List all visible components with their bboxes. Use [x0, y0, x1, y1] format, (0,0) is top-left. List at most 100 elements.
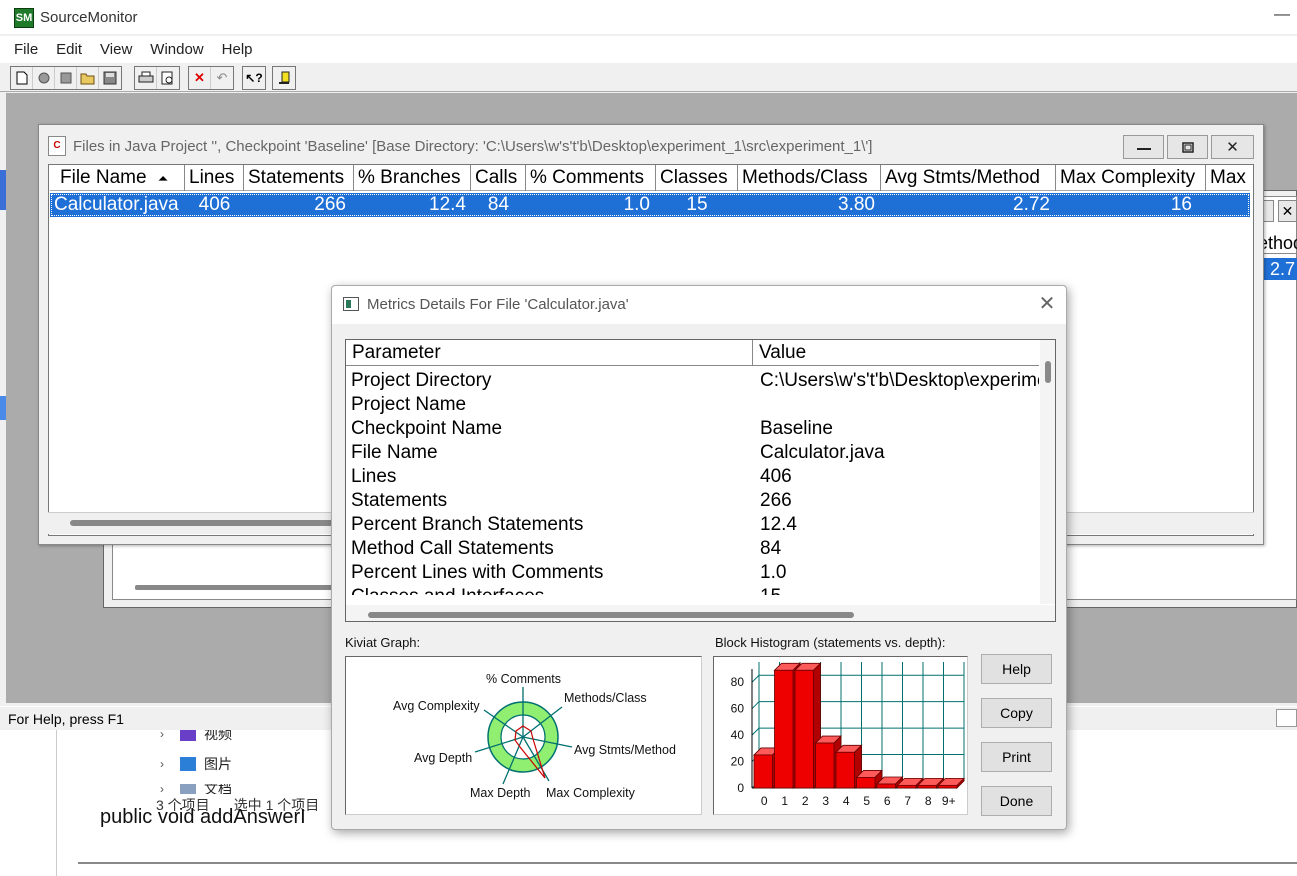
metrics-list-header: Parameter Value: [346, 340, 1039, 366]
print-button[interactable]: Print: [981, 742, 1052, 772]
cell-file-name: Calculator.java: [54, 194, 179, 215]
histogram-y-tick-label: 80: [731, 675, 745, 689]
histogram-x-tick-label: 6: [884, 794, 891, 808]
column-header-statements[interactable]: Statements: [244, 165, 354, 191]
histogram-x-tick-label: 3: [822, 794, 829, 808]
background-code-line: public void addAnswerI: [100, 806, 306, 828]
options-icon[interactable]: [273, 67, 295, 89]
nav-item-pictures[interactable]: › 图片: [160, 754, 232, 774]
sort-ascending-icon: ⏶: [157, 171, 169, 186]
chevron-right-icon[interactable]: ›: [160, 757, 172, 771]
toolbar-print-group: [134, 66, 180, 90]
parameter-value: 266: [760, 490, 792, 511]
background-divider: [56, 728, 57, 876]
list-item[interactable]: Lines 406: [346, 465, 1039, 489]
done-button[interactable]: Done: [981, 786, 1052, 816]
column-header-branches[interactable]: % Branches: [354, 165, 471, 191]
column-header-value[interactable]: Value: [753, 340, 1039, 365]
back-window-close-icon[interactable]: ✕: [1278, 200, 1297, 222]
column-header-max-depth[interactable]: Max: [1206, 165, 1250, 191]
cell-avg-stmts-method: 2.72: [1013, 194, 1050, 215]
app-title: SourceMonitor: [40, 9, 138, 26]
new-icon[interactable]: [11, 67, 33, 89]
table-row[interactable]: Calculator.java 406 266 12.4 84 1.0 15 3…: [50, 193, 1250, 217]
parameter-name: Project Directory: [351, 370, 492, 391]
minimize-icon[interactable]: —: [1272, 7, 1292, 26]
print-preview-icon[interactable]: [157, 67, 179, 89]
histogram-x-tick-label: 7: [904, 794, 911, 808]
toolbar-edit-group: ✕ ↶: [188, 66, 234, 90]
menu-file[interactable]: File: [14, 41, 54, 58]
toolbar-options-group: [272, 66, 296, 90]
list-item[interactable]: Checkpoint Name Baseline: [346, 417, 1039, 441]
kiviat-axis-label: Max Complexity: [546, 786, 635, 800]
files-hscroll-thumb[interactable]: [70, 520, 370, 526]
column-header-classes[interactable]: Classes: [656, 165, 738, 191]
parameter-value: C:\Users\w's't'b\Desktop\experiment_1: [760, 370, 1039, 391]
histogram-x-tick-label: 2: [802, 794, 809, 808]
histogram-bar: [938, 784, 958, 789]
column-header-file-name[interactable]: File Name ⏶: [50, 165, 185, 191]
back-window-hscroll-thumb[interactable]: [135, 585, 335, 590]
open-project-icon[interactable]: [33, 67, 55, 89]
parameter-name: Method Call Statements: [351, 538, 554, 559]
menu-edit[interactable]: Edit: [56, 41, 98, 58]
histogram-bar: [753, 754, 773, 789]
parameter-value: 84: [760, 538, 782, 559]
close-icon[interactable]: ✕: [1211, 135, 1254, 159]
help-cursor-icon[interactable]: ↖?: [243, 67, 265, 89]
column-header-calls[interactable]: Calls: [471, 165, 526, 191]
histogram-y-tick-label: 40: [731, 728, 745, 742]
copy-button[interactable]: Copy: [981, 698, 1052, 728]
list-item[interactable]: Method Call Statements 84: [346, 537, 1039, 561]
cell-lines: 406: [198, 194, 231, 215]
histogram-x-tick-label: 1: [781, 794, 788, 808]
help-button[interactable]: Help: [981, 654, 1052, 684]
cell-max-depth: [1206, 193, 1250, 217]
column-header-avg-stmts-method[interactable]: Avg Stmts/Method: [881, 165, 1056, 191]
histogram-bar: [856, 777, 876, 789]
histogram-bar: [917, 784, 937, 789]
status-pane: [1276, 709, 1297, 727]
parameter-value: Calculator.java: [760, 442, 885, 463]
column-header-lines[interactable]: Lines: [185, 165, 244, 191]
column-header-comments[interactable]: % Comments: [526, 165, 656, 191]
metrics-vscroll-thumb[interactable]: [1045, 361, 1051, 383]
cell-calls: 84: [487, 194, 510, 215]
cell-statements: 266: [314, 194, 346, 215]
delete-icon[interactable]: ✕: [189, 67, 211, 89]
list-item[interactable]: Project Directory C:\Users\w's't'b\Deskto…: [346, 369, 1039, 393]
list-item[interactable]: Classes and Interfaces15: [346, 585, 1039, 595]
cell-classes: 15: [686, 194, 708, 215]
histogram-bar: [835, 751, 855, 789]
open-folder-icon[interactable]: [77, 67, 99, 89]
cell-methods-class: 3.80: [838, 194, 875, 215]
histogram-bar: [897, 784, 917, 789]
refresh-icon[interactable]: ↶: [211, 67, 233, 89]
restore-icon[interactable]: [1167, 135, 1208, 159]
menu-view[interactable]: View: [100, 41, 148, 58]
menu-window[interactable]: Window: [150, 41, 219, 58]
open-checkpoint-icon[interactable]: [55, 67, 77, 89]
column-header-max-complexity[interactable]: Max Complexity: [1056, 165, 1206, 191]
parameter-name: Percent Lines with Comments: [351, 562, 604, 583]
metrics-hscroll-thumb[interactable]: [368, 612, 854, 618]
save-icon[interactable]: [99, 67, 121, 89]
histogram-x-tick-label: 5: [863, 794, 870, 808]
list-item[interactable]: Statements 266: [346, 489, 1039, 513]
cell-branches: 12.4: [429, 194, 466, 215]
print-icon[interactable]: [135, 67, 157, 89]
column-header-methods-class[interactable]: Methods/Class: [738, 165, 881, 191]
minimize-icon[interactable]: [1123, 135, 1164, 159]
kiviat-axis-label: Max Depth: [470, 786, 531, 800]
list-item[interactable]: Percent Lines with Comments 1.0: [346, 561, 1039, 585]
close-icon[interactable]: ✕: [1036, 292, 1058, 316]
menu-help[interactable]: Help: [222, 41, 269, 58]
toolbar-file-group: [10, 66, 122, 90]
column-header-parameter[interactable]: Parameter: [346, 340, 753, 365]
parameter-name: Percent Branch Statements: [351, 514, 584, 535]
list-item[interactable]: File Name Calculator.java: [346, 441, 1039, 465]
list-item[interactable]: Project Name: [346, 393, 1039, 417]
parameter-value: Baseline: [760, 418, 833, 439]
list-item[interactable]: Percent Branch Statements 12.4: [346, 513, 1039, 537]
